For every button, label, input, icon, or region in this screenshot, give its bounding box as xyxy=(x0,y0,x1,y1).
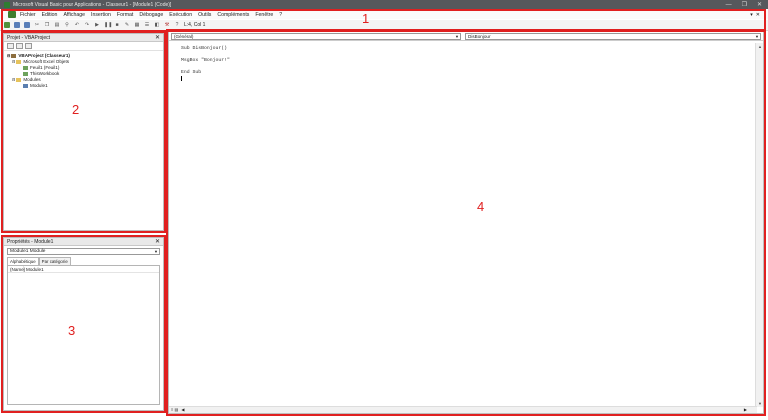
callout-number-3: 3 xyxy=(68,323,76,338)
vba-app-icon xyxy=(4,1,10,8)
window-controls: — ❐ ✕ xyxy=(726,0,762,9)
callout-box-4 xyxy=(166,29,766,416)
minimize-button[interactable]: — xyxy=(726,2,732,8)
maximize-button[interactable]: ❐ xyxy=(742,1,747,8)
window-titlebar: Microsoft Visual Basic pour Applications… xyxy=(0,0,768,9)
callout-number-2: 2 xyxy=(72,102,80,117)
close-window-button[interactable]: ✕ xyxy=(757,1,762,8)
window-title: Microsoft Visual Basic pour Applications… xyxy=(13,1,172,8)
callout-number-4: 4 xyxy=(477,199,485,214)
callout-number-1: 1 xyxy=(362,11,370,26)
callout-box-2 xyxy=(1,31,166,233)
callout-box-3 xyxy=(1,235,166,413)
